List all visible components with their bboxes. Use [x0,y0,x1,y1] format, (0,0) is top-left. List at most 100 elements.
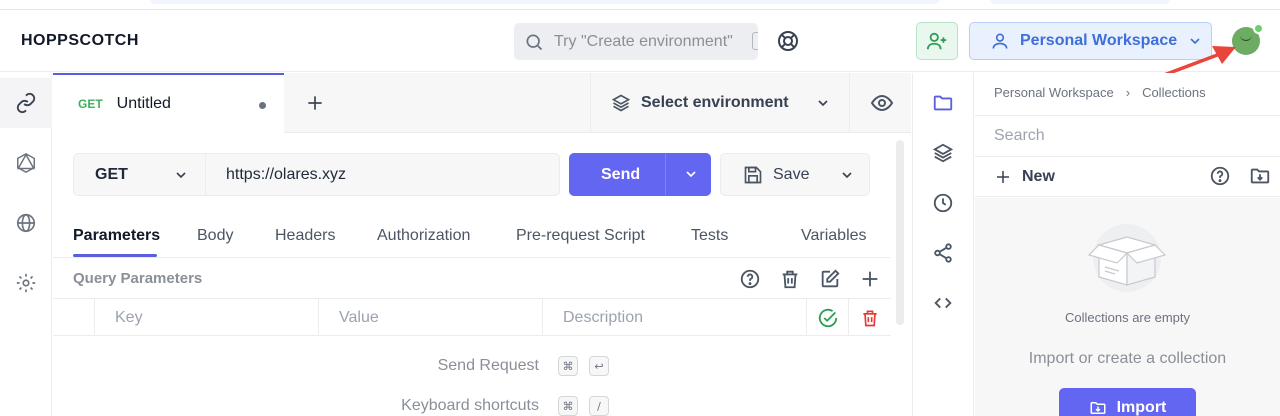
environment-selector[interactable]: Select environment [590,73,850,133]
vertical-scrollbar[interactable] [896,140,904,325]
query-actions [738,267,882,291]
value-input[interactable]: Value [319,299,543,336]
layers-icon [611,94,631,112]
save-button[interactable]: Save [720,153,870,196]
nav-realtime[interactable] [0,198,52,248]
eye-icon[interactable] [870,91,894,115]
query-parameters-label: Query Parameters [73,270,203,287]
send-label: Send [601,165,641,183]
plus-icon [862,271,878,287]
rail-codegen[interactable] [913,278,973,328]
breadcrumb-workspace[interactable]: Personal Workspace [994,85,1114,100]
trash-icon [863,310,877,326]
kbd-enter: ↩ [589,356,609,376]
rail-history[interactable] [913,178,973,228]
request-tab[interactable]: GET Untitled [53,73,284,133]
invite-user-button[interactable] [916,22,958,60]
nav-rest[interactable] [0,78,52,128]
trash-icon [782,270,798,289]
collections-search-input[interactable]: Search [975,115,1280,157]
folder-icon [933,95,953,111]
description-input[interactable]: Description [543,299,807,336]
toggle-param-button[interactable] [807,299,849,336]
rail-collections[interactable] [913,78,973,128]
tab-name: Untitled [116,95,171,112]
new-tab-button[interactable] [303,91,327,115]
collections-search-placeholder: Search [994,127,1045,144]
top-strip [0,0,1280,10]
help-icon [740,269,760,289]
check-circle-icon [818,308,837,327]
breadcrumb-collections[interactable]: Collections [1142,85,1206,100]
tab-headers[interactable]: Headers [275,227,335,245]
search-input[interactable]: Try "Create environment" [514,23,758,60]
tab-variables[interactable]: Variables [801,227,867,245]
chevron-down-icon [176,172,186,179]
right-rail [912,73,974,416]
online-status-dot [1253,23,1264,34]
drag-handle-cell[interactable] [53,299,95,336]
add-parameter-button[interactable] [858,267,882,291]
app-brand: HOPPSCOTCH [21,32,139,49]
method-selector[interactable]: GET [73,153,206,196]
key-input[interactable]: Key [95,299,319,336]
send-divider [665,153,666,196]
gear-icon [16,273,36,293]
search-shortcut-key [752,32,758,50]
user-icon [992,33,1008,49]
method-label: GET [95,165,128,183]
empty-subtitle: Import or create a collection [1028,350,1227,367]
rail-share[interactable] [913,228,973,278]
collections-panel: Personal Workspace › Collections Search Ne… [975,73,1280,416]
globe-icon [16,213,36,233]
tab-body[interactable]: Body [197,227,233,245]
save-label: Save [773,165,810,183]
nav-settings[interactable] [0,258,52,308]
tab-parameters[interactable]: Parameters [73,227,160,245]
empty-title: Collections are empty [1065,310,1190,325]
url-value: https://olares.xyz [226,165,347,183]
parameter-row: Key Value Description [53,298,891,336]
tab-method: GET [78,97,103,111]
shortcut-keyboard-label: Keyboard shortcuts [401,397,539,414]
nav-graphql[interactable] [0,138,52,188]
share-icon [934,243,952,263]
chevron-down-icon[interactable] [839,167,855,183]
url-input[interactable]: https://olares.xyz [206,153,560,196]
rail-environments[interactable] [913,128,973,178]
app-header: HOPPSCOTCH Try "Create environment" Pers… [0,11,1280,72]
import-folder-icon[interactable] [1249,165,1271,187]
edit-icon [821,269,840,288]
help-button[interactable] [738,267,762,291]
delete-param-button[interactable] [849,299,891,336]
code-icon [934,297,952,309]
new-collection-row: New [975,157,1280,197]
new-collection-button[interactable]: New [1022,168,1055,186]
support-icon[interactable] [776,29,800,53]
help-icon[interactable] [1209,165,1231,187]
search-icon [526,34,543,50]
breadcrumb: Personal Workspace › Collections [994,85,1206,100]
clear-all-button[interactable] [778,267,802,291]
empty-box-illustration [1087,224,1167,292]
environment-label: Select environment [641,94,789,111]
send-button[interactable]: Send [569,153,711,196]
user-plus-icon [926,32,947,50]
bulk-edit-button[interactable] [818,267,842,291]
link-icon [16,92,36,114]
chevron-down-icon[interactable] [683,166,699,182]
tab-pre-request-script[interactable]: Pre-request Script [516,227,645,245]
tab-tests[interactable]: Tests [691,227,728,245]
kbd-slash: / [589,396,609,416]
unsaved-dot [259,102,266,109]
active-tab-indicator [73,254,157,257]
save-icon [744,166,762,183]
import-label: Import [1116,399,1167,416]
layers-icon [932,143,954,163]
key-placeholder: Key [115,308,143,326]
chevron-right-icon: › [1125,85,1131,100]
avatar-face [1240,35,1252,41]
import-button[interactable]: Import [1059,388,1196,416]
request-subtabs: Parameters Body Headers Authorization Pr… [53,216,890,258]
tab-authorization[interactable]: Authorization [377,227,470,245]
